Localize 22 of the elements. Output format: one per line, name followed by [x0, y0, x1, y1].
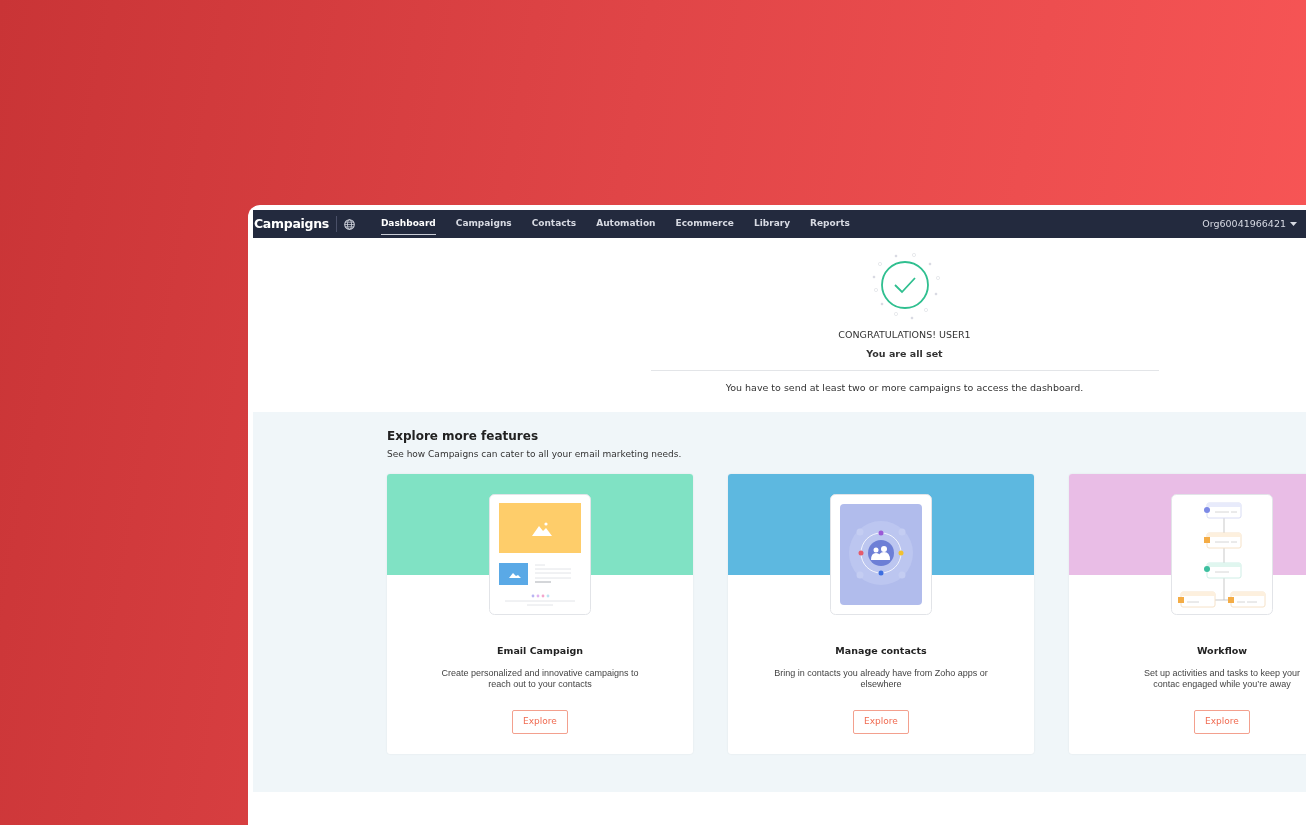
nav-tab[interactable]: Contacts	[531, 213, 577, 235]
card-title: Workflow	[1197, 643, 1247, 658]
nav-tab[interactable]: Dashboard	[380, 212, 436, 236]
card-title: Email Campaign	[497, 643, 583, 658]
section-subtitle: See how Campaigns can cater to all your email marketing needs.	[387, 448, 683, 461]
card-description: Create personalized and innovative campaigns to reach out to your contacts	[440, 667, 640, 691]
nav-tab[interactable]: Ecommerce	[675, 213, 734, 235]
app-logo[interactable]: Campaigns	[254, 214, 329, 234]
nav-tab[interactable]: Library	[753, 213, 791, 235]
card-description: Set up activities and tasks to keep your contac engaged while you’re away	[1142, 667, 1302, 691]
card-description: Bring in contacts you already have from Zoho apps or elsewhere	[773, 667, 989, 691]
section-title: Explore more features	[387, 428, 540, 445]
org-menu[interactable]: Org60041966421	[1200, 214, 1299, 234]
globe-icon[interactable]	[343, 218, 355, 230]
dashboard-notice: You have to send at least two or more campaigns to access the dashboard.	[725, 380, 1084, 395]
nav-tab[interactable]: Automation	[596, 213, 656, 235]
all-set-text: You are all set	[866, 347, 943, 362]
card-title: Manage contacts	[835, 643, 927, 658]
congratulations-heading: CONGRATULATIONS! USER1	[838, 328, 971, 342]
nav-tab[interactable]: Reports	[810, 213, 850, 235]
caret-icon	[1290, 222, 1297, 226]
nav-tab[interactable]: Campaigns	[455, 213, 512, 235]
